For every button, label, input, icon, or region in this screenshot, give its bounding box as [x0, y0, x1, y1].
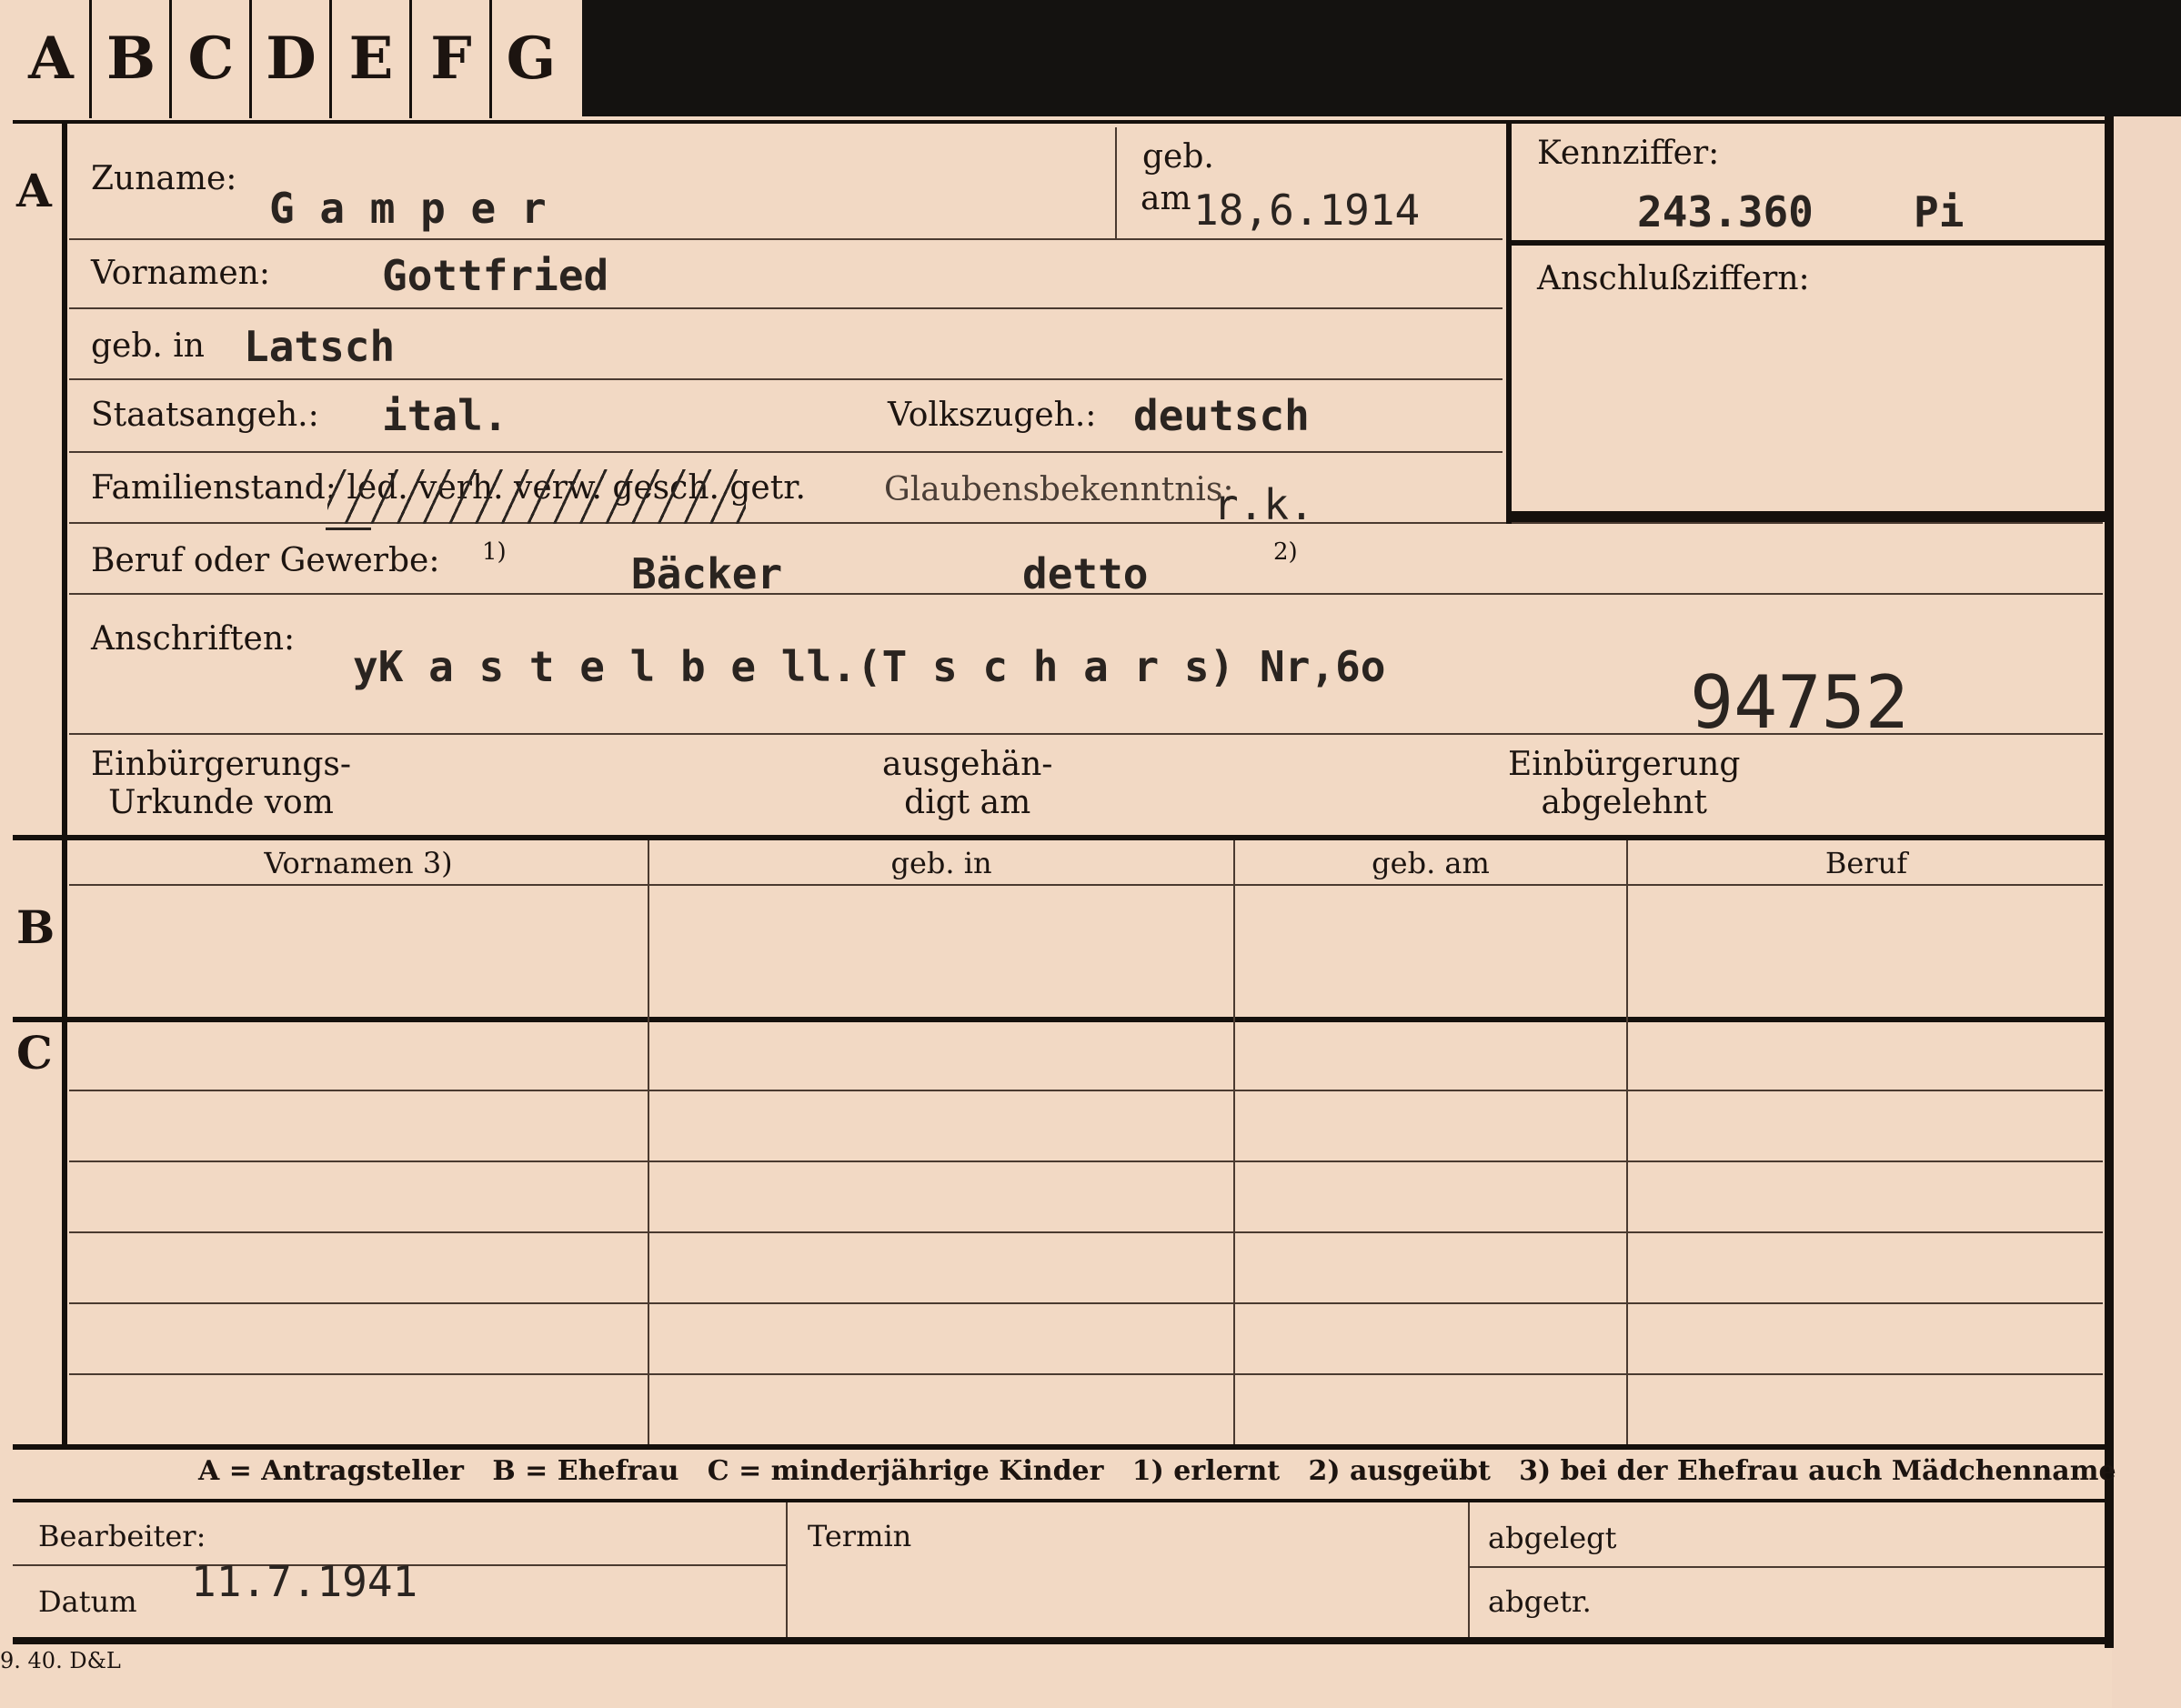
- col-line: [648, 840, 649, 1444]
- footer-col-line: [786, 1502, 788, 1637]
- col-header-geb-am: geb. am: [1372, 846, 1490, 880]
- tab-e[interactable]: E: [333, 0, 412, 118]
- section-label-c: C: [16, 1026, 53, 1080]
- kennziffer-label: Kennziffer:: [1537, 135, 1720, 172]
- footer-col-line: [1468, 1502, 1470, 1637]
- geb-divider: [1115, 127, 1117, 238]
- beruf-footnote-2: 2): [1273, 538, 1298, 566]
- section-label-b: B: [16, 900, 55, 954]
- section-divider-vertical: [62, 124, 67, 1444]
- vornamen-value: Gottfried: [382, 251, 609, 300]
- kennziffer-suffix: Pi: [1914, 187, 1965, 236]
- letter-tabs: A B C D E F G: [13, 0, 586, 123]
- row-line: [69, 1090, 2103, 1091]
- row-line: [69, 238, 1503, 240]
- volkszugehoerigkeit-value: deutsch: [1133, 391, 1310, 440]
- vornamen-label: Vornamen:: [91, 255, 270, 292]
- abgelegt-label: abgelegt: [1488, 1521, 1617, 1555]
- table-header-line: [69, 884, 2103, 886]
- geb-label: geb.: [1142, 138, 1214, 176]
- tab-c[interactable]: C: [173, 0, 252, 118]
- row-line: [69, 1231, 2103, 1233]
- beruf-label: Beruf oder Gewerbe:: [91, 542, 440, 579]
- kennziffer-box-bottom: [1512, 511, 2105, 522]
- familienstand-underline: [326, 527, 371, 530]
- anschriften-label: Anschriften:: [91, 620, 296, 658]
- card-top-border: [13, 120, 2114, 124]
- ausgehaendigt-label: ausgehän- digt am: [882, 746, 1053, 821]
- geb-in-label: geb. in: [91, 327, 205, 365]
- footer-row-line: [1468, 1566, 2105, 1568]
- beruf-value: Bäcker: [631, 549, 783, 598]
- staatsangehoerigkeit-value: ital.: [382, 391, 508, 440]
- row-line: [69, 1373, 2103, 1375]
- datum-value: 11.7.1941: [191, 1557, 418, 1606]
- beruf-value-2: detto: [1022, 549, 1149, 598]
- section-label-a: A: [16, 164, 52, 217]
- section-b-top: [13, 835, 2105, 840]
- einbuergerung-abgelehnt-label: Einbürgerung abgelehnt: [1508, 746, 1741, 821]
- tab-b[interactable]: B: [93, 0, 172, 118]
- tab-a[interactable]: A: [13, 0, 92, 118]
- geb-in-value: Latsch: [244, 322, 396, 371]
- col-header-vornamen: Vornamen 3): [264, 846, 453, 880]
- scan-background-right: [2112, 116, 2181, 1708]
- card-bottom-border: [13, 1637, 2114, 1644]
- col-header-beruf: Beruf: [1824, 846, 1908, 880]
- row-line: [69, 1302, 2103, 1304]
- anschriften-value: yK a s t e l b e ll.(T s c h a r s) Nr,6…: [353, 642, 1386, 691]
- termin-label: Termin: [808, 1519, 912, 1553]
- tab-d[interactable]: D: [253, 0, 332, 118]
- kennziffer-box-divider: [1512, 240, 2105, 246]
- scan-background-top: [582, 0, 2181, 116]
- datum-label: Datum: [38, 1584, 137, 1619]
- stamp-number: 94752: [1690, 660, 1909, 745]
- glaubensbekenntnis-value: r.k.: [1213, 480, 1314, 529]
- familienstand-strikethrough: [327, 469, 746, 524]
- kennziffer-box-border: [1506, 124, 1512, 524]
- col-header-geb-in: geb. in: [890, 846, 992, 880]
- legend-text: A = Antragsteller B = Ehefrau C = minder…: [198, 1455, 2116, 1487]
- kennziffer-value: 243.360: [1637, 187, 1814, 236]
- geb-am-value: 18,6.1914: [1193, 186, 1421, 235]
- tab-f[interactable]: F: [413, 0, 492, 118]
- section-c-top: [13, 1017, 2105, 1022]
- row-line: [69, 307, 1503, 309]
- am-label: am: [1141, 180, 1191, 217]
- anschlussziffern-label: Anschlußziffern:: [1537, 260, 1810, 297]
- volkszugehoerigkeit-label: Volkszugeh.:: [888, 397, 1097, 434]
- zuname-value: G a m p e r: [269, 184, 547, 233]
- col-line: [1626, 840, 1628, 1444]
- row-line: [69, 451, 1503, 453]
- print-code: 9. 40. D&L: [0, 1648, 121, 1673]
- legend-bottom: [13, 1499, 2105, 1502]
- beruf-footnote-1: 1): [482, 538, 507, 566]
- col-line: [1233, 840, 1235, 1444]
- bearbeiter-label: Bearbeiter:: [38, 1519, 206, 1553]
- row-line: [69, 1160, 2103, 1162]
- glaubensbekenntnis-label: Glaubensbekenntnis:: [884, 471, 1234, 508]
- staatsangehoerigkeit-label: Staatsangeh.:: [91, 397, 319, 434]
- card-right-border: [2105, 116, 2114, 1648]
- legend-top: [13, 1444, 2105, 1450]
- einbuergerungs-urkunde-label: Einbürgerungs- Urkunde vom: [91, 746, 352, 821]
- abgetr-label: abgetr.: [1488, 1584, 1592, 1619]
- zuname-label: Zuname:: [91, 160, 237, 197]
- row-line: [69, 378, 1503, 380]
- tab-g[interactable]: G: [493, 0, 569, 118]
